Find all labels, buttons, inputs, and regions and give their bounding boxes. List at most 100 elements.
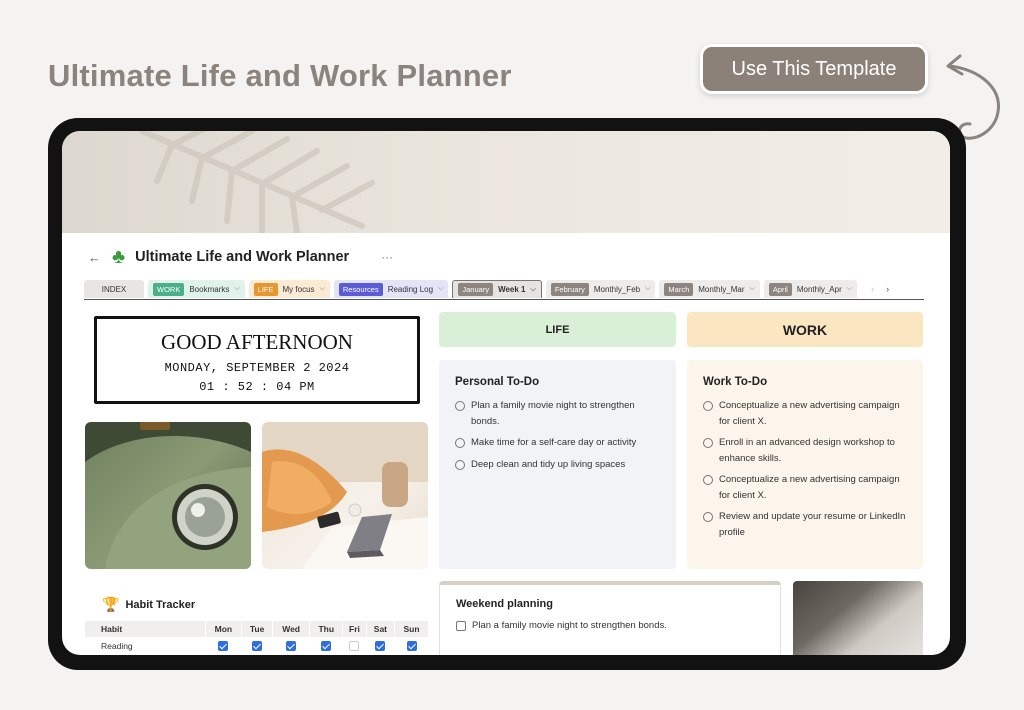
- tab-life-focus[interactable]: LIFE My focus ⌵: [248, 280, 330, 298]
- notion-page: ← ♣ Ultimate Life and Work Planner ··· I…: [62, 131, 950, 655]
- table-header-row: Habit Mon Tue Wed Thu Fri Sat Sun: [85, 621, 429, 637]
- radio-circle-icon[interactable]: [703, 438, 713, 448]
- todo-text: Conceptualize a new advertising campaign…: [719, 400, 900, 427]
- tab-label: Monthly_Mar: [698, 284, 745, 294]
- habit-name: Reading: [101, 641, 133, 651]
- column-header: Tue: [241, 621, 273, 637]
- life-section-header[interactable]: LIFE: [439, 312, 676, 347]
- tab-chip: March: [664, 282, 694, 296]
- tab-january-week1[interactable]: January Week 1 ⌵: [452, 280, 542, 298]
- habit-checkbox[interactable]: [406, 641, 417, 652]
- habit-checkbox[interactable]: [321, 641, 332, 652]
- weekend-item[interactable]: Plan a family movie night to strengthen …: [456, 620, 764, 631]
- radio-circle-icon[interactable]: [703, 512, 713, 522]
- todo-item[interactable]: Conceptualize a new advertising campaign…: [703, 472, 907, 503]
- todo-item[interactable]: Conceptualize a new advertising campaign…: [703, 398, 907, 429]
- chevron-left-icon[interactable]: ‹: [871, 284, 874, 294]
- chevron-down-icon: ⌵: [319, 285, 325, 292]
- tab-label: Reading Log: [387, 284, 434, 294]
- greeting-time: 01 : 52 : 04 PM: [199, 380, 315, 394]
- hero-title: Ultimate Life and Work Planner: [48, 58, 512, 93]
- tab-march-monthly[interactable]: March Monthly_Mar ⌵: [659, 280, 760, 298]
- palm-leaf-shadow: [139, 131, 375, 233]
- column-header: Thu: [309, 621, 344, 637]
- work-todo-title: Work To-Do: [703, 376, 768, 388]
- habit-checkbox[interactable]: [349, 641, 360, 652]
- column-header: Mon: [205, 621, 243, 637]
- more-options-icon[interactable]: ···: [381, 250, 393, 264]
- four-leaf-clover-icon: ♣: [112, 246, 126, 268]
- back-arrow-icon[interactable]: ←: [88, 250, 102, 265]
- page-title: Ultimate Life and Work Planner: [135, 249, 350, 265]
- checkbox[interactable]: [456, 620, 466, 631]
- shadow-wall-photo: [793, 581, 923, 655]
- tab-chip: WORK: [153, 282, 185, 296]
- weekend-planning-title: Weekend planning: [456, 598, 553, 610]
- tab-chip: April: [768, 282, 792, 296]
- greeting-title: GOOD AFTERNOON: [161, 330, 353, 354]
- habit-checkbox[interactable]: [218, 641, 229, 652]
- habit-checkbox[interactable]: [252, 641, 263, 652]
- weekend-item-text: Plan a family movie night to strengthen …: [472, 620, 667, 631]
- tab-chip: January: [458, 283, 494, 296]
- chevron-right-icon[interactable]: ›: [886, 284, 889, 294]
- todo-item[interactable]: Enroll in an advanced design workshop to…: [703, 435, 907, 466]
- tab-label: Monthly_Feb: [593, 284, 641, 294]
- tab-scroll-arrows: ‹ ›: [871, 280, 889, 298]
- todo-item[interactable]: Review and update your resume or LinkedI…: [703, 509, 907, 540]
- todo-item[interactable]: Deep clean and tidy up living spaces: [455, 457, 660, 473]
- radio-circle-icon[interactable]: [703, 401, 713, 411]
- tablet-frame: ← ♣ Ultimate Life and Work Planner ··· I…: [48, 118, 966, 670]
- tab-label: INDEX: [101, 284, 127, 294]
- chevron-down-icon: ⌵: [234, 285, 240, 292]
- tab-label: Monthly_Apr: [796, 284, 842, 294]
- column-header: Fri: [342, 621, 367, 637]
- tab-label: Bookmarks: [189, 284, 230, 294]
- habit-tracker-title: Habit Tracker: [125, 598, 196, 611]
- bed-laptop-photo: [262, 422, 428, 569]
- chevron-down-icon: ⌵: [749, 285, 755, 292]
- tab-april-monthly[interactable]: April Monthly_Apr ⌵: [763, 280, 858, 298]
- habit-checkbox[interactable]: [375, 641, 386, 652]
- habit-tracker-header: 🏆 Habit Tracker: [102, 596, 195, 613]
- chevron-down-icon: ⌵: [530, 285, 536, 293]
- radio-circle-icon[interactable]: [455, 401, 465, 411]
- radio-circle-icon[interactable]: [455, 438, 465, 448]
- todo-text: Make time for a self-care day or activit…: [471, 437, 637, 448]
- habit-table: Habit Mon Tue Wed Thu Fri Sat Sun Readin…: [85, 621, 429, 655]
- tab-label: My focus: [282, 284, 315, 294]
- table-row: Reading: [85, 637, 429, 655]
- chevron-down-icon: ⌵: [846, 285, 853, 292]
- greeting-widget: GOOD AFTERNOON MONDAY, SEPTEMBER 2 2024 …: [94, 316, 420, 404]
- use-template-button[interactable]: Use This Template: [700, 44, 928, 94]
- weekend-planning-card: Weekend planning Plan a family movie nig…: [439, 581, 781, 655]
- todo-text: Plan a family movie night to strengthen …: [471, 400, 635, 427]
- vintage-car-photo: [85, 422, 251, 569]
- todo-text: Conceptualize a new advertising campaign…: [719, 474, 900, 501]
- tab-index[interactable]: INDEX: [84, 280, 144, 298]
- radio-circle-icon[interactable]: [703, 475, 713, 485]
- tab-resources-reading-log[interactable]: Resources Reading Log ⌵: [333, 280, 449, 298]
- tab-label: Week 1: [498, 285, 526, 294]
- tab-work-bookmarks[interactable]: WORK Bookmarks ⌵: [148, 280, 245, 298]
- personal-todo-card: Personal To-Do Plan a family movie night…: [439, 360, 676, 569]
- greeting-date: MONDAY, SEPTEMBER 2 2024: [164, 361, 350, 375]
- chevron-down-icon: ⌵: [438, 285, 444, 292]
- work-todo-card: Work To-Do Conceptualize a new advertisi…: [687, 360, 923, 569]
- tab-february-monthly[interactable]: February Monthly_Feb ⌵: [545, 280, 656, 298]
- todo-item[interactable]: Plan a family movie night to strengthen …: [455, 398, 660, 429]
- page-header: ← ♣ Ultimate Life and Work Planner ···: [88, 247, 393, 267]
- habit-checkbox[interactable]: [286, 641, 297, 652]
- chevron-down-icon: ⌵: [645, 285, 651, 292]
- cover-image: [62, 131, 950, 233]
- work-section-header[interactable]: WORK: [687, 312, 923, 347]
- trophy-icon: 🏆: [102, 596, 120, 612]
- todo-item[interactable]: Make time for a self-care day or activit…: [455, 435, 660, 451]
- radio-circle-icon[interactable]: [455, 459, 465, 470]
- column-header: Wed: [272, 621, 311, 637]
- tab-bar: INDEX WORK Bookmarks ⌵ LIFE My focus ⌵ R…: [84, 280, 924, 300]
- column-header: Habit: [85, 621, 206, 637]
- todo-text: Review and update your resume or LinkedI…: [719, 511, 906, 538]
- column-header: Sat: [366, 621, 396, 637]
- todo-text: Enroll in an advanced design workshop to…: [719, 437, 895, 464]
